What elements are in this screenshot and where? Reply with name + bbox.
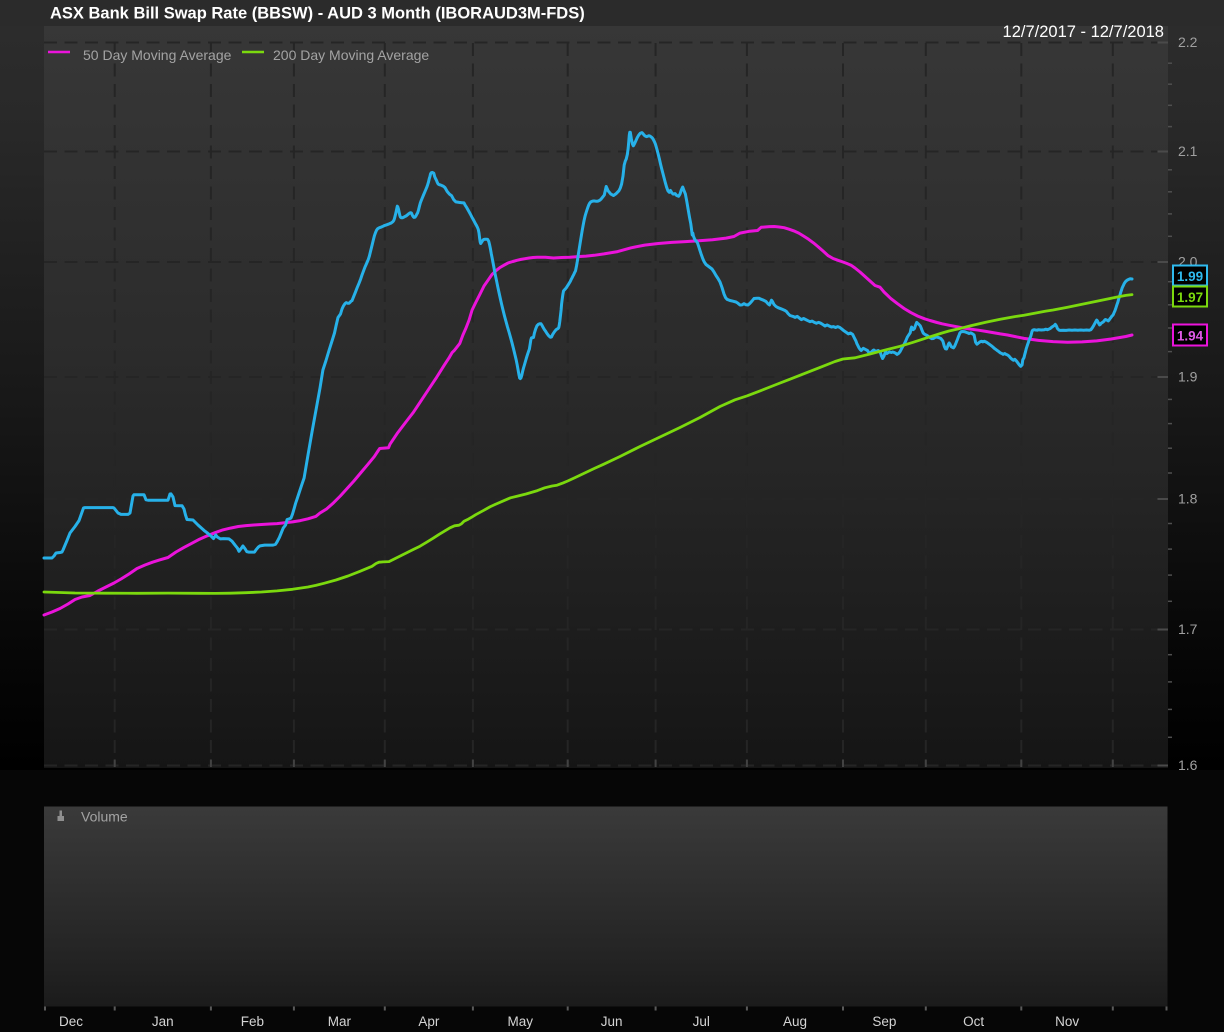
svg-text:1.6: 1.6 <box>1178 757 1198 773</box>
svg-text:Volume: Volume <box>81 809 128 825</box>
svg-text:2.2: 2.2 <box>1178 34 1198 50</box>
svg-text:12/7/2017 - 12/7/2018: 12/7/2017 - 12/7/2018 <box>1003 23 1164 41</box>
svg-text:Nov: Nov <box>1055 1014 1079 1029</box>
svg-text:1.94: 1.94 <box>1177 329 1204 344</box>
svg-text:Mar: Mar <box>328 1014 352 1029</box>
svg-text:Sep: Sep <box>872 1014 896 1029</box>
svg-text:ASX Bank Bill Swap Rate (BBSW): ASX Bank Bill Swap Rate (BBSW) - AUD 3 M… <box>50 5 585 23</box>
svg-text:Jan: Jan <box>152 1014 174 1029</box>
svg-text:Jun: Jun <box>601 1014 623 1029</box>
svg-text:1.9: 1.9 <box>1178 369 1198 385</box>
svg-text:1.97: 1.97 <box>1177 290 1203 305</box>
svg-text:Aug: Aug <box>783 1014 807 1029</box>
svg-text:Jul: Jul <box>693 1014 710 1029</box>
svg-text:Dec: Dec <box>59 1014 83 1029</box>
svg-text:200 Day Moving Average: 200 Day Moving Average <box>273 47 429 63</box>
svg-text:1.8: 1.8 <box>1178 491 1198 507</box>
svg-text:50 Day Moving Average: 50 Day Moving Average <box>83 47 232 63</box>
svg-text:Feb: Feb <box>241 1014 264 1029</box>
svg-text:May: May <box>508 1014 534 1029</box>
svg-text:2.1: 2.1 <box>1178 143 1198 159</box>
svg-text:1.7: 1.7 <box>1178 621 1198 637</box>
svg-text:Oct: Oct <box>963 1014 984 1029</box>
svg-text:1.99: 1.99 <box>1177 269 1203 284</box>
svg-text:Apr: Apr <box>418 1014 440 1029</box>
